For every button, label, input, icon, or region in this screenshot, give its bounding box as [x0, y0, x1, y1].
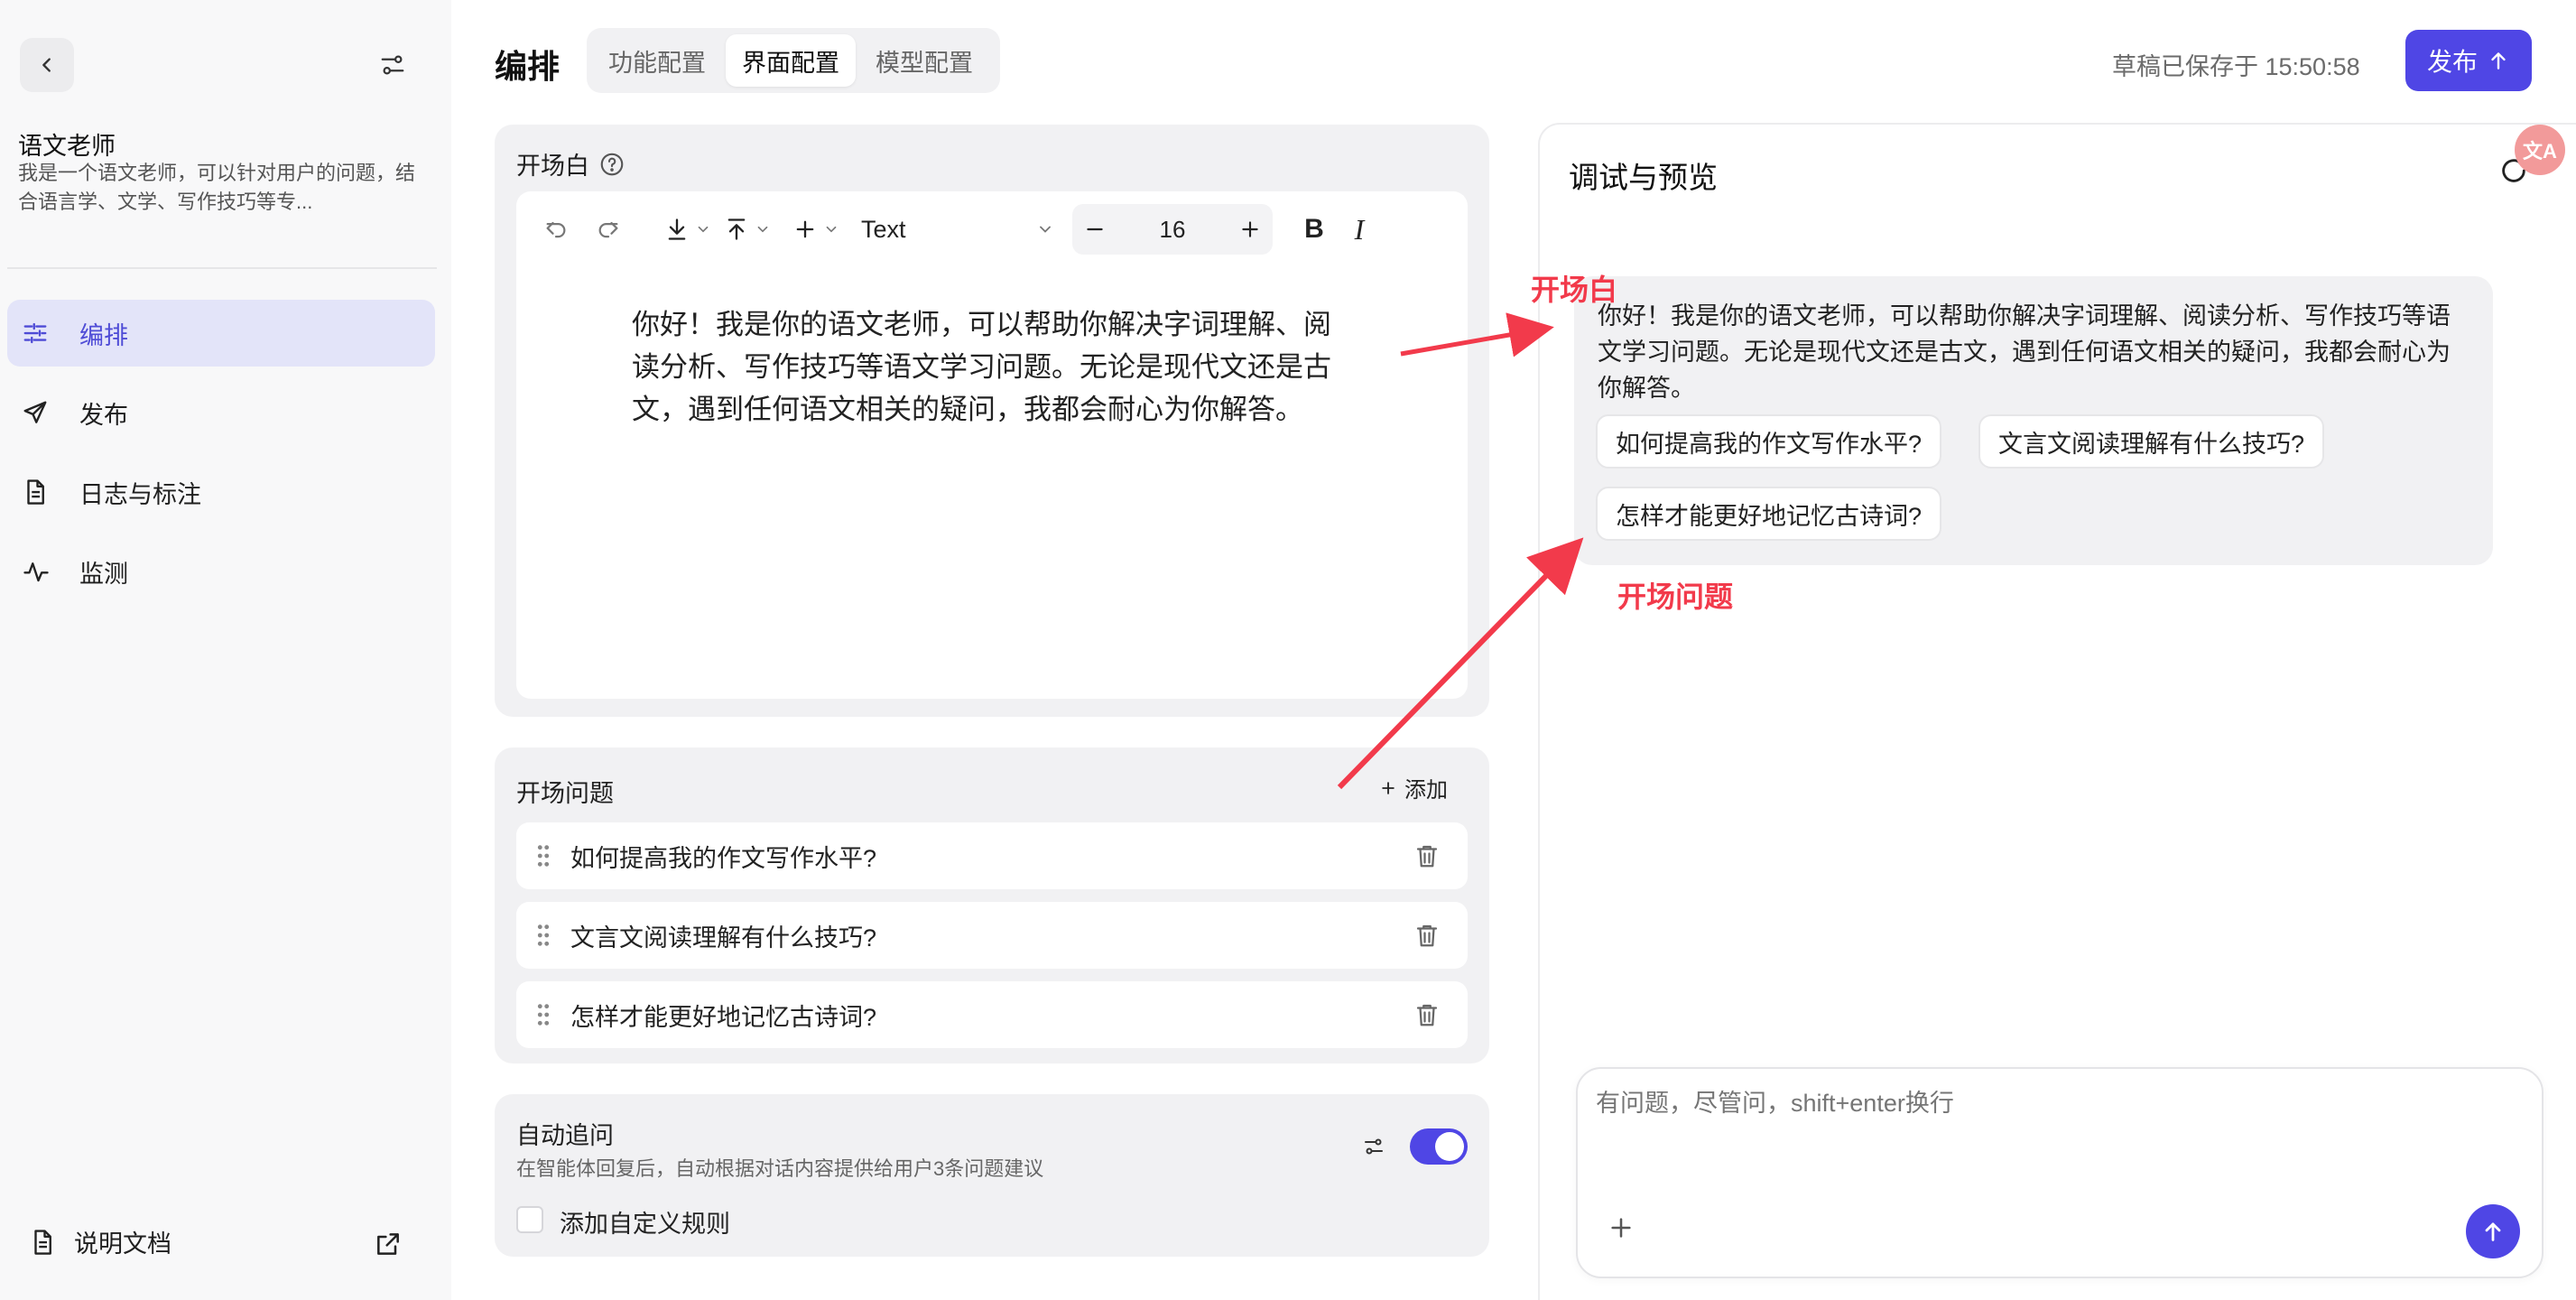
suggested-question-chip[interactable]: 如何提高我的作文写作水平?: [1596, 414, 1942, 469]
assistant-message-text: 你好！我是你的语文老师，可以帮助你解决字词理解、阅读分析、写作技巧等语文学习问题…: [1598, 302, 2451, 402]
nav-item-label: 编排: [79, 321, 128, 349]
suggested-question-chip[interactable]: 文言文阅读理解有什么技巧?: [1978, 414, 2325, 469]
draft-status: 草稿已保存于 15:50:58: [2112, 53, 2360, 80]
translate-icon[interactable]: 文A: [2515, 125, 2565, 175]
insert-above-dropdown[interactable]: [724, 208, 771, 251]
trash-icon[interactable]: [1413, 922, 1441, 949]
auto-followup-title: 自动追问: [516, 1122, 614, 1149]
add-attachment-icon[interactable]: [1607, 1213, 1635, 1242]
add-question-label: 添加: [1404, 778, 1448, 803]
question-row[interactable]: 如何提高我的作文写作水平?: [516, 822, 1468, 889]
nav-item-label: 日志与标注: [79, 480, 201, 508]
chevron-down-icon: [1036, 220, 1054, 238]
page-title: 编排: [495, 48, 561, 85]
plus-icon: [1379, 779, 1397, 797]
opening-statement-text[interactable]: 你好！我是你的语文老师，可以帮助你解决字词理解、阅读分析、写作技巧等语文学习问题…: [632, 303, 1336, 431]
chevron-down-icon: [823, 221, 839, 237]
redo-icon: [596, 217, 621, 242]
font-size-stepper: 16: [1072, 204, 1273, 255]
opening-statement-editor[interactable]: [516, 191, 1468, 699]
font-family-value: Text: [861, 215, 906, 243]
drag-handle-icon[interactable]: [536, 844, 551, 868]
undo-icon: [543, 217, 569, 242]
question-row[interactable]: 文言文阅读理解有什么技巧?: [516, 902, 1468, 969]
opening-annotation-label: 开场白: [1531, 274, 1618, 306]
back-button[interactable]: [20, 38, 74, 92]
editor-toolbar: Text 16 B I: [516, 191, 1468, 267]
agent-name: 语文老师: [18, 133, 116, 160]
increase-font-size-button[interactable]: [1238, 218, 1262, 241]
suggested-question-chip[interactable]: 怎样才能更好地记忆古诗词?: [1596, 487, 1942, 541]
send-button[interactable]: [2466, 1204, 2520, 1258]
font-family-select[interactable]: Text: [852, 208, 1060, 251]
nav-item-orchestrate[interactable]: 编排: [7, 300, 435, 367]
document-icon: [22, 478, 60, 506]
question-text[interactable]: 怎样才能更好地记忆古诗词?: [570, 998, 1413, 1033]
opening-label-text: 开场白: [516, 153, 589, 180]
tab-function-config[interactable]: 功能配置: [592, 34, 722, 87]
trash-icon[interactable]: [1413, 1001, 1441, 1028]
sidebar-divider: [7, 267, 437, 269]
drag-handle-icon[interactable]: [536, 1003, 551, 1026]
opening-statement-label: 开场白: [516, 146, 625, 181]
chevron-down-icon: [755, 221, 771, 237]
bold-button[interactable]: B: [1294, 208, 1334, 251]
custom-rule-checkbox[interactable]: [516, 1206, 543, 1233]
help-icon[interactable]: [598, 151, 625, 178]
insert-block-dropdown[interactable]: [792, 208, 839, 251]
custom-rule-label: 添加自定义规则: [560, 1211, 730, 1238]
nav-item-label: 发布: [79, 401, 128, 429]
font-size-value[interactable]: 16: [1160, 216, 1186, 244]
italic-button[interactable]: I: [1339, 208, 1379, 251]
arrow-up-icon: [2487, 49, 2510, 72]
trash-icon[interactable]: [1413, 842, 1441, 869]
arrow-down-to-line-icon: [664, 217, 690, 242]
external-link-icon[interactable]: [374, 1230, 403, 1258]
pulse-icon: [22, 558, 60, 585]
sliders-icon: [22, 320, 60, 347]
docs-label: 说明文档: [74, 1230, 171, 1258]
arrow-up-to-line-icon: [724, 217, 749, 242]
opening-questions-label: 开场问题: [516, 780, 614, 807]
send-icon: [22, 399, 60, 426]
decrease-font-size-button[interactable]: [1083, 218, 1107, 241]
agent-description: 我是一个语文老师，可以针对用户的问题，结合语言学、文学、写作技巧等专...: [18, 162, 416, 213]
nav-item-monitor[interactable]: 监测: [7, 538, 435, 605]
nav-item-publish[interactable]: 发布: [7, 379, 435, 446]
agent-settings-button[interactable]: [366, 38, 420, 92]
question-text[interactable]: 如何提高我的作文写作水平?: [570, 839, 1413, 874]
tab-model-config[interactable]: 模型配置: [859, 34, 989, 87]
toggle-knob: [1435, 1132, 1464, 1161]
undo-button[interactable]: [536, 208, 576, 251]
tab-ui-config[interactable]: 界面配置: [726, 34, 856, 87]
auto-followup-toggle[interactable]: [1410, 1128, 1468, 1165]
publish-button[interactable]: 发布: [2405, 30, 2532, 91]
chevron-left-icon: [37, 55, 57, 75]
config-tabs: 功能配置 界面配置 模型配置: [587, 28, 1000, 93]
followup-settings-icon[interactable]: [1363, 1136, 1385, 1157]
auto-followup-description: 在智能体回复后，自动根据对话内容提供给用户3条问题建议: [516, 1157, 1044, 1180]
drag-handle-icon[interactable]: [536, 924, 551, 947]
question-row[interactable]: 怎样才能更好地记忆古诗词?: [516, 981, 1468, 1048]
insert-below-dropdown[interactable]: [664, 208, 711, 251]
docs-link[interactable]: 说明文档: [29, 1224, 171, 1259]
plus-icon: [792, 217, 818, 242]
add-question-button[interactable]: 添加: [1379, 772, 1448, 803]
preview-title: 调试与预览: [1569, 161, 1718, 194]
nav-item-logs[interactable]: 日志与标注: [7, 459, 435, 525]
arrow-up-icon: [2480, 1219, 2506, 1244]
questions-annotation-label: 开场问题: [1617, 580, 1734, 613]
nav-item-label: 监测: [79, 560, 128, 588]
publish-label: 发布: [2426, 48, 2478, 76]
document-icon: [29, 1229, 56, 1256]
settings-sliders-icon: [379, 51, 406, 79]
chevron-down-icon: [695, 221, 711, 237]
redo-button[interactable]: [588, 208, 628, 251]
question-text[interactable]: 文言文阅读理解有什么技巧?: [570, 918, 1413, 953]
chat-input[interactable]: [1596, 1085, 2480, 1121]
